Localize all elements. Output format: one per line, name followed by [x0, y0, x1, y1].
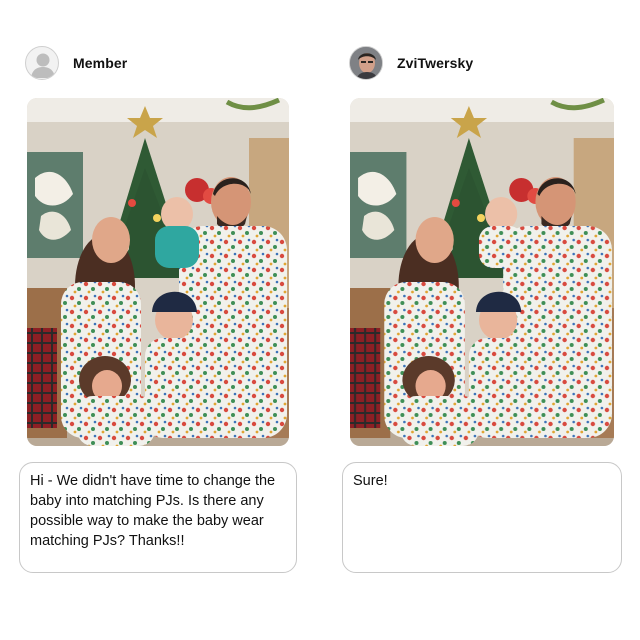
request-header: Member [25, 46, 127, 80]
response-panel: ZviTwersky Sure! [322, 0, 622, 640]
member-avatar-icon[interactable] [25, 46, 59, 80]
request-message-text: Hi - We didn't have time to change the b… [30, 473, 276, 549]
response-message-bubble: Sure! [342, 462, 622, 573]
zvitwersky-username[interactable]: ZviTwersky [397, 55, 473, 71]
zvitwersky-avatar-icon[interactable] [349, 46, 383, 80]
edited-family-photo [350, 98, 614, 446]
response-header: ZviTwersky [349, 46, 473, 80]
response-message-text: Sure! [353, 473, 388, 489]
member-username[interactable]: Member [73, 55, 127, 71]
request-message-bubble: Hi - We didn't have time to change the b… [19, 462, 297, 573]
request-panel: Member Hi - We didn't have time to chang… [0, 0, 300, 640]
original-family-photo [27, 98, 289, 446]
